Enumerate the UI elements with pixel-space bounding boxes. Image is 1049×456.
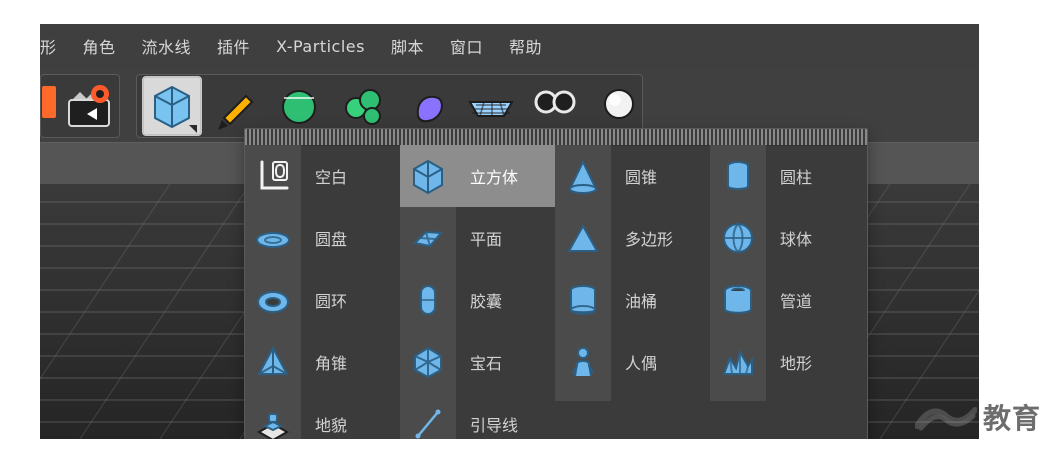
menu-item-figure[interactable]: 人偶 [555, 331, 710, 393]
menu-item-label: 平面 [470, 230, 503, 249]
menu-item-cone[interactable]: 圆锥 [555, 145, 710, 207]
menu-item-pyramid[interactable]: 角锥 [245, 331, 400, 393]
menu-item-label: 圆盘 [315, 230, 348, 249]
menu-item-label: 角锥 [315, 354, 348, 373]
menu-item-capsule[interactable]: 胶囊 [400, 269, 555, 331]
menu-item-torus[interactable]: 圆环 [245, 269, 400, 331]
cone-icon [555, 145, 611, 207]
menu-item-label: 引导线 [470, 416, 519, 435]
menu-item-label: 立方体 [470, 168, 519, 187]
menu-item-label: 地形 [780, 354, 813, 373]
menu-item-character[interactable]: 角色 [83, 34, 116, 58]
menu-item-null[interactable]: 空白 [245, 145, 400, 207]
oil-tank-icon [555, 269, 611, 331]
popup-column-2: 立方体 平面 胶囊 宝石 引导线 [400, 145, 555, 439]
menu-item-label: 空白 [315, 168, 348, 187]
popup-grid: 空白 圆盘 圆环 角锥 地貌 立方体 平面 胶囊 宝石 引导线 圆锥 多边形 油… [245, 145, 867, 439]
deformer-tool-icon[interactable] [398, 76, 456, 134]
menu-item-plane[interactable]: 平面 [400, 207, 555, 269]
figure-icon [555, 331, 611, 393]
menu-item-cylinder[interactable]: 圆柱 [710, 145, 865, 207]
menu-bar: 形 角色 流水线 插件 X-Particles 脚本 窗口 帮助 [40, 24, 979, 68]
menu-item-label: 宝石 [470, 354, 503, 373]
menu-item-plugins[interactable]: 插件 [217, 34, 250, 58]
menu-item-script[interactable]: 脚本 [391, 34, 424, 58]
watermark: 教育 [891, 396, 1049, 438]
menu-item-window[interactable]: 窗口 [450, 34, 483, 58]
subdivision-tool-icon[interactable] [270, 76, 328, 134]
terrain-icon [710, 331, 766, 393]
menu-item-landscape[interactable]: 地貌 [245, 393, 400, 439]
popup-column-1: 空白 圆盘 圆环 角锥 地貌 [245, 145, 400, 439]
menu-item-label: 圆环 [315, 292, 348, 311]
capsule-icon [400, 269, 456, 331]
menu-item-oil-tank[interactable]: 油桶 [555, 269, 710, 331]
render-icon-partial[interactable] [40, 76, 58, 130]
popup-column-4: 圆柱 球体 管道 地形 [710, 145, 865, 439]
menu-item-label: 圆锥 [625, 168, 658, 187]
landscape-icon [245, 393, 301, 439]
menu-item-label: 管道 [780, 292, 813, 311]
menu-item-disc[interactable]: 圆盘 [245, 207, 400, 269]
create-object-popup: 空白 圆盘 圆环 角锥 地貌 立方体 平面 胶囊 宝石 引导线 圆锥 多边形 油… [244, 128, 868, 439]
disc-icon [245, 207, 301, 269]
tube-icon [710, 269, 766, 331]
menu-item-tube[interactable]: 管道 [710, 269, 865, 331]
pyramid-icon [245, 331, 301, 393]
guide-line-icon [400, 393, 456, 439]
camera-tool-icon[interactable] [526, 76, 584, 134]
menu-item-guide-line[interactable]: 引导线 [400, 393, 555, 439]
cinema4d-window: 形 角色 流水线 插件 X-Particles 脚本 窗口 帮助 空白 圆盘 圆… [40, 24, 979, 439]
menu-item-terrain[interactable]: 地形 [710, 331, 865, 393]
floor-tool-icon[interactable] [462, 76, 520, 134]
menu-item-sphere[interactable]: 球体 [710, 207, 865, 269]
cylinder-icon [710, 145, 766, 207]
cube-tool-button[interactable] [142, 76, 202, 136]
torus-icon [245, 269, 301, 331]
popup-drag-handle[interactable] [245, 129, 867, 146]
popup-column-3: 圆锥 多边形 油桶 人偶 [555, 145, 710, 439]
screenshot-root: 形 角色 流水线 插件 X-Particles 脚本 窗口 帮助 空白 圆盘 圆… [0, 0, 1049, 456]
gem-icon [400, 331, 456, 393]
menu-item-label: 地貌 [315, 416, 348, 435]
cube-icon [400, 145, 456, 207]
clone-tool-icon[interactable] [334, 76, 392, 134]
menu-item-pipeline[interactable]: 流水线 [142, 34, 192, 58]
menu-item-label: 球体 [780, 230, 813, 249]
menu-item-label: 圆柱 [780, 168, 813, 187]
menu-item-polygon[interactable]: 多边形 [555, 207, 710, 269]
menu-item-label: 油桶 [625, 292, 658, 311]
menu-item-label: 多边形 [625, 230, 674, 249]
sphere-icon [710, 207, 766, 269]
polygon-icon [555, 207, 611, 269]
menu-item-shape-cut[interactable]: 形 [40, 34, 57, 58]
menu-item-help[interactable]: 帮助 [509, 34, 542, 58]
menu-item-label: 胶囊 [470, 292, 503, 311]
plane-icon [400, 207, 456, 269]
light-tool-icon[interactable] [590, 76, 648, 134]
null-object-icon [245, 145, 301, 207]
watermark-text: 教育 [982, 402, 1041, 435]
menu-item-x-particles[interactable]: X-Particles [276, 37, 365, 56]
menu-item-label: 人偶 [625, 354, 658, 373]
watermark-logo-icon [914, 407, 977, 431]
render-settings-icon[interactable] [60, 76, 118, 134]
menu-item-gem[interactable]: 宝石 [400, 331, 555, 393]
menu-item-cube[interactable]: 立方体 [400, 145, 555, 207]
pen-tool-icon[interactable] [206, 76, 264, 134]
